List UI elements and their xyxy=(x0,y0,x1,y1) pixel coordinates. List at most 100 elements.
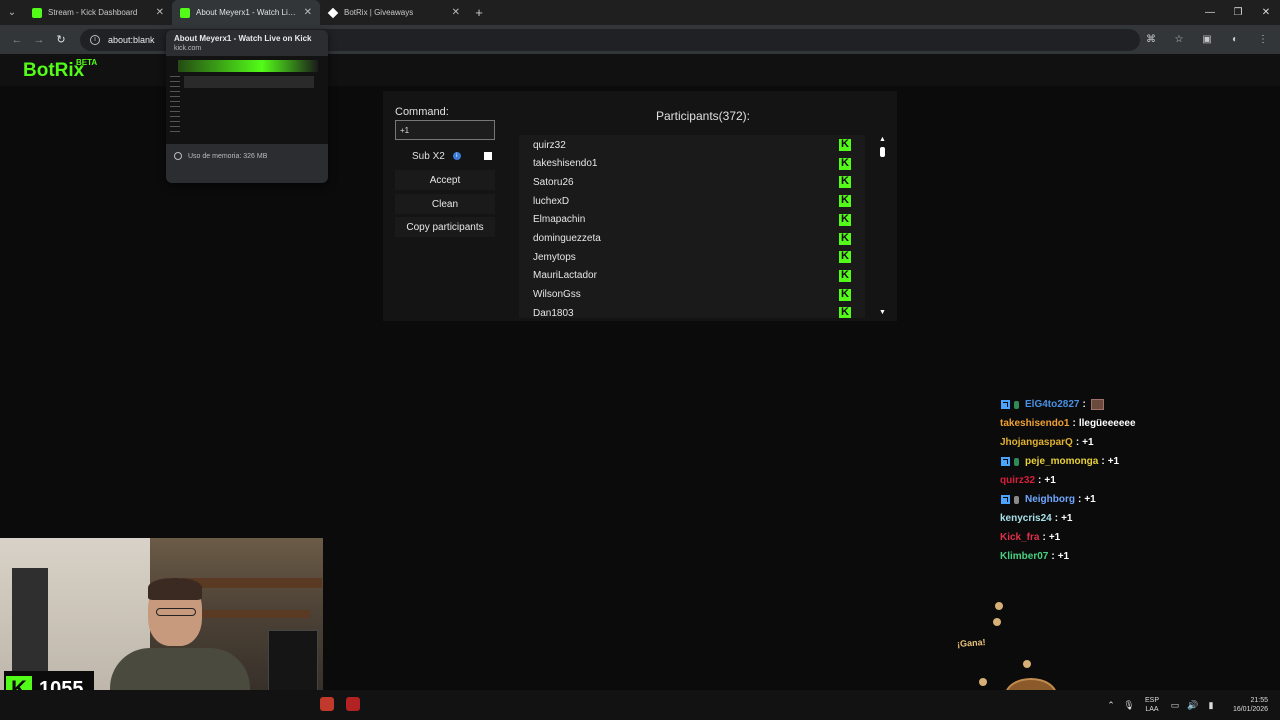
chevron-up-icon[interactable]: ⌃ xyxy=(1102,700,1120,711)
preview-thumbnail xyxy=(166,56,328,144)
tab-title: About Meyerx1 - Watch Live on Kick xyxy=(196,8,300,17)
tab-botrix-giveaways[interactable]: BotRix | Giveaways ✕ xyxy=(320,0,468,25)
back-arrow-icon[interactable]: ← xyxy=(6,29,28,51)
participants-list[interactable]: quirz32 takeshisendo1 Satoru26 luchexD Elmap… xyxy=(519,135,865,318)
participant-row[interactable]: takeshisendo1 xyxy=(519,155,865,173)
participants-title: Participants(372): xyxy=(655,109,751,123)
participant-name: Satoru26 xyxy=(533,176,574,188)
forward-arrow-icon[interactable]: → xyxy=(28,29,50,51)
chat-username[interactable]: kenycris24 xyxy=(1000,513,1052,524)
menu-icon[interactable]: ⋮ xyxy=(1254,31,1272,49)
kick-icon xyxy=(839,288,851,301)
chevron-down-icon: ⌄ xyxy=(7,7,17,18)
chat-username[interactable]: peje_momonga xyxy=(1025,456,1098,467)
chat-message: peje_momonga: +1 xyxy=(1000,452,1260,471)
participants-scrollbar[interactable]: ▲ ▼ xyxy=(879,136,887,316)
tab-kick-dashboard[interactable]: Stream - Kick Dashboard ✕ xyxy=(24,0,172,25)
streamer-glasses xyxy=(156,608,196,616)
chat-text: +1 xyxy=(1061,513,1073,524)
sub-x2-checkbox[interactable] xyxy=(484,152,492,160)
close-window-icon[interactable]: ✕ xyxy=(1252,0,1280,25)
app-icon[interactable] xyxy=(346,697,360,711)
scroll-thumb[interactable] xyxy=(880,147,885,157)
emote-icon xyxy=(1090,399,1104,410)
streamer-hair xyxy=(148,578,202,600)
participant-row[interactable]: Satoru26 xyxy=(519,173,865,191)
profile-icon[interactable]: ◐ xyxy=(1226,31,1244,49)
accept-button[interactable]: Accept xyxy=(395,170,495,190)
restore-icon[interactable]: ❐ xyxy=(1224,0,1252,25)
sub-x2-row: Sub X2 i xyxy=(395,149,495,163)
chat-message: kenycris24: +1 xyxy=(1000,509,1260,528)
display-icon[interactable]: ▭ xyxy=(1166,700,1184,711)
reload-icon[interactable]: ↻ xyxy=(50,29,72,51)
chat-message: ElG4to2827: xyxy=(1000,395,1260,414)
chat-separator: : xyxy=(1051,551,1055,562)
thumbnail-sidebar xyxy=(170,76,180,136)
chat-username[interactable]: Klimber07 xyxy=(1000,551,1048,562)
chat-text: +1 xyxy=(1082,437,1094,448)
taskbar: ⌃ 🎙 ESP LAA ▭ 🔊 ▮ 21:55 16/01/2026 xyxy=(0,690,1280,720)
chat-separator: : xyxy=(1054,513,1059,524)
participant-row[interactable]: Elmapachin xyxy=(519,211,865,229)
kick-icon xyxy=(839,306,851,318)
participant-row[interactable]: dominguezzeta xyxy=(519,230,865,248)
volume-icon[interactable]: 🔊 xyxy=(1184,700,1202,711)
close-icon[interactable]: ✕ xyxy=(156,7,164,18)
participant-row[interactable]: quirz32 xyxy=(519,136,865,154)
clock[interactable]: 21:55 16/01/2026 xyxy=(1220,696,1268,714)
participant-row[interactable]: Dan1803 xyxy=(519,304,865,318)
kick-icon xyxy=(839,194,851,208)
participant-name: WilsonGss xyxy=(533,289,581,301)
star-icon[interactable]: ☆ xyxy=(1170,31,1188,49)
clock-date: 16/01/2026 xyxy=(1232,706,1268,713)
preview-title: About Meyerx1 - Watch Live on Kick xyxy=(174,34,312,43)
scroll-up-icon[interactable]: ▲ xyxy=(879,136,886,143)
moderator-badge-icon xyxy=(1001,457,1010,466)
tab-title: Stream - Kick Dashboard xyxy=(48,8,138,17)
lang-line1: ESP xyxy=(1144,697,1159,704)
clean-button[interactable]: Clean xyxy=(395,194,495,214)
info-icon[interactable]: i xyxy=(90,34,100,45)
thumbnail-panel xyxy=(184,76,314,88)
extensions-icon[interactable]: ▣ xyxy=(1198,31,1216,49)
beta-badge: BETA xyxy=(76,58,98,67)
memory-text: Uso de memoria: 326 MB xyxy=(188,152,268,160)
close-icon[interactable]: ✕ xyxy=(452,7,460,18)
coin-icon xyxy=(995,602,1003,610)
new-tab-button[interactable]: + xyxy=(468,0,490,25)
tab-meyerx1[interactable]: About Meyerx1 - Watch Live on Kick ✕ xyxy=(172,0,320,25)
participant-row[interactable]: WilsonGss xyxy=(519,286,865,304)
sprite-text: ¡Gana! xyxy=(956,637,986,649)
subscriber-badge-icon xyxy=(1014,495,1019,504)
battery-icon[interactable]: ▮ xyxy=(1202,700,1220,711)
participant-name: quirz32 xyxy=(533,139,566,151)
info-icon[interactable]: i xyxy=(452,152,461,160)
minimize-icon[interactable]: — xyxy=(1196,0,1224,25)
participant-row[interactable]: luchexD xyxy=(519,192,865,210)
participant-row[interactable]: MauriLactador xyxy=(519,267,865,285)
microphone-icon[interactable]: 🎙 xyxy=(1120,700,1138,711)
kick-icon xyxy=(839,175,851,189)
chat-separator: : xyxy=(1078,494,1082,505)
moderator-badge-icon xyxy=(1001,400,1010,409)
kick-icon xyxy=(180,7,190,18)
chat-username[interactable]: takeshisendo1 xyxy=(1000,418,1069,429)
command-input[interactable] xyxy=(395,120,495,140)
chat-text: +1 xyxy=(1107,456,1120,467)
chat-separator: : xyxy=(1072,418,1076,429)
chat-username[interactable]: Neighborg xyxy=(1025,494,1075,505)
brave-icon[interactable] xyxy=(320,697,334,711)
chat-username[interactable]: ElG4to2827 xyxy=(1025,399,1079,410)
translate-icon[interactable]: ⌘ xyxy=(1142,31,1160,49)
close-icon[interactable]: ✕ xyxy=(304,7,312,18)
scroll-down-icon[interactable]: ▼ xyxy=(879,309,886,316)
chat-username[interactable]: JhojangasparQ xyxy=(1000,437,1073,448)
language-indicator[interactable]: ESP LAA xyxy=(1138,696,1166,714)
chat-username[interactable]: quirz32 xyxy=(1000,475,1035,486)
participant-row[interactable]: Jemytops xyxy=(519,248,865,266)
tab-search-button[interactable]: ⌄ xyxy=(0,0,24,25)
copy-participants-button[interactable]: Copy participants xyxy=(395,217,495,237)
chat-separator: : xyxy=(1042,532,1046,543)
chat-username[interactable]: Kick_fra xyxy=(1000,532,1039,543)
